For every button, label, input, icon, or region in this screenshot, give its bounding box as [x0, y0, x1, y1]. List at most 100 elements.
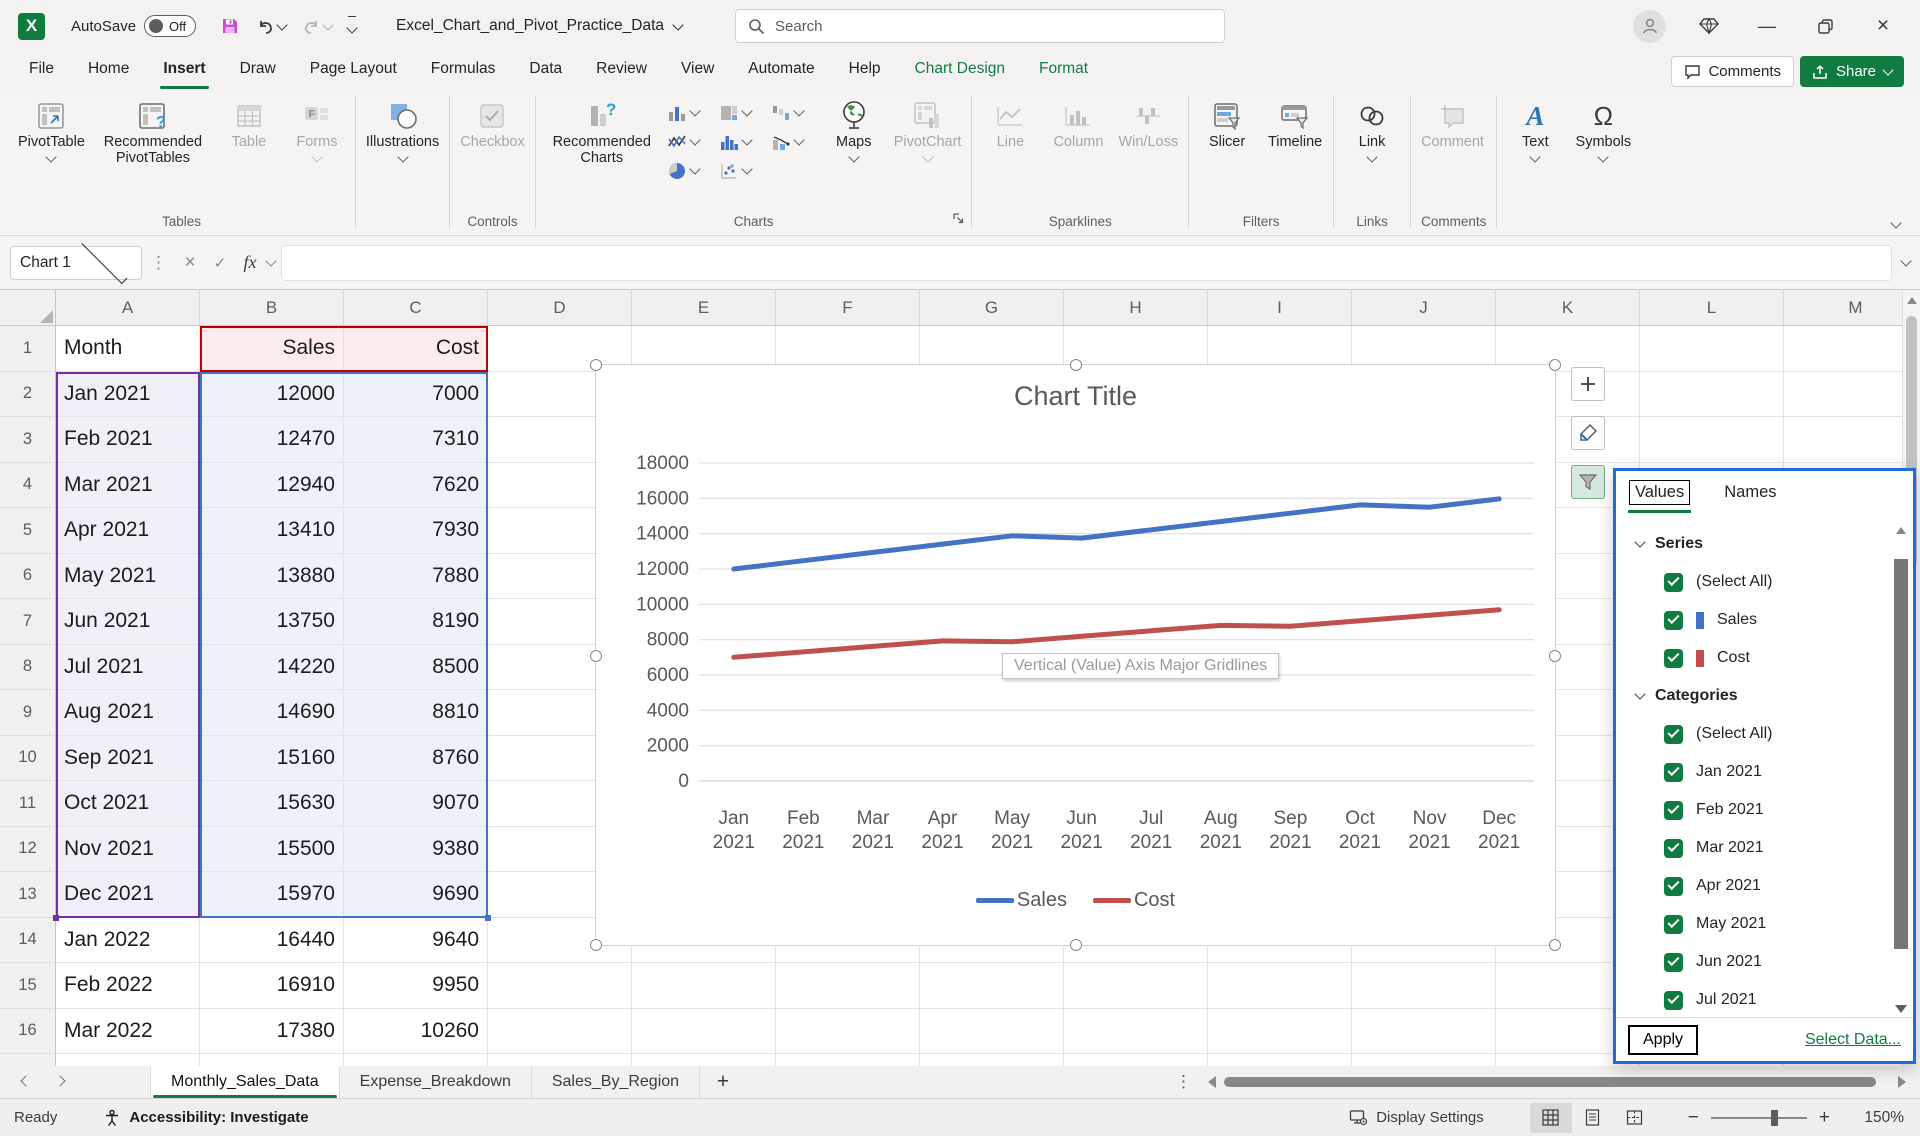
sheet-tab-monthly-sales-data[interactable]: Monthly_Sales_Data: [150, 1066, 340, 1098]
cell-I17[interactable]: [1208, 1054, 1352, 1066]
cell-B4[interactable]: 12940: [200, 463, 344, 509]
cell-A16[interactable]: Mar 2022: [56, 1009, 200, 1055]
chart-handle-e[interactable]: [1549, 650, 1561, 662]
cell-A15[interactable]: Feb 2022: [56, 963, 200, 1009]
share-button[interactable]: Share: [1800, 56, 1904, 87]
column-header-h[interactable]: H: [1064, 290, 1208, 326]
cell-L3[interactable]: [1640, 417, 1784, 463]
tab-help[interactable]: Help: [832, 52, 898, 90]
cell-B16[interactable]: 17380: [200, 1009, 344, 1055]
cell-M1[interactable]: [1784, 326, 1920, 372]
tab-data[interactable]: Data: [512, 52, 579, 90]
cell-F16[interactable]: [776, 1009, 920, 1055]
checkbox-checked-icon[interactable]: [1664, 725, 1683, 744]
series-line-cost[interactable]: [734, 610, 1499, 658]
column-header-i[interactable]: I: [1208, 290, 1352, 326]
link-button[interactable]: Link: [1338, 94, 1406, 161]
cell-C5[interactable]: 7930: [344, 508, 488, 554]
column-header-f[interactable]: F: [776, 290, 920, 326]
sheet-nav-next-icon[interactable]: [54, 1075, 65, 1086]
histogram-chart-button[interactable]: [716, 127, 768, 156]
filter-item-may-2021[interactable]: May 2021: [1636, 905, 1887, 943]
cell-D16[interactable]: [488, 1009, 632, 1055]
filter-item-select-all[interactable]: (Select All): [1636, 715, 1887, 753]
cell-I15[interactable]: [1208, 963, 1352, 1009]
cell-B5[interactable]: 13410: [200, 508, 344, 554]
column-header-k[interactable]: K: [1496, 290, 1640, 326]
cell-B17[interactable]: [200, 1054, 344, 1066]
select-all-corner[interactable]: [0, 290, 56, 326]
page-layout-view-button[interactable]: [1572, 1103, 1614, 1133]
cell-C2[interactable]: 7000: [344, 372, 488, 418]
cell-C14[interactable]: 9640: [344, 918, 488, 964]
scroll-left-icon[interactable]: [1208, 1076, 1216, 1088]
scroll-right-icon[interactable]: [1898, 1076, 1906, 1088]
cell-C16[interactable]: 10260: [344, 1009, 488, 1055]
column-header-m[interactable]: M: [1784, 290, 1920, 326]
cell-E17[interactable]: [632, 1054, 776, 1066]
tab-file[interactable]: File: [12, 52, 71, 90]
chart-object[interactable]: Chart Title 1800016000140001200010000800…: [595, 364, 1556, 946]
column-header-j[interactable]: J: [1352, 290, 1496, 326]
chart-filters-button[interactable]: [1571, 465, 1605, 499]
comments-button[interactable]: Comments: [1671, 56, 1794, 87]
row-header-4[interactable]: 4: [0, 463, 56, 509]
tab-automate[interactable]: Automate: [731, 52, 831, 90]
legend-item-cost[interactable]: Cost: [1093, 889, 1175, 912]
cell-G16[interactable]: [920, 1009, 1064, 1055]
row-header-9[interactable]: 9: [0, 690, 56, 736]
search-input[interactable]: Search: [735, 9, 1225, 43]
column-chart-button[interactable]: [664, 98, 716, 127]
minimize-button[interactable]: —: [1752, 11, 1782, 41]
new-sheet-button[interactable]: +: [700, 1066, 746, 1098]
apply-button[interactable]: Apply: [1628, 1025, 1698, 1055]
filters-scrollbar[interactable]: [1893, 525, 1909, 1015]
column-header-e[interactable]: E: [632, 290, 776, 326]
tab-draw[interactable]: Draw: [223, 52, 293, 90]
column-header-d[interactable]: D: [488, 290, 632, 326]
sheet-tab-expense-breakdown[interactable]: Expense_Breakdown: [340, 1066, 532, 1098]
zoom-level[interactable]: 150%: [1848, 1109, 1904, 1127]
row-header-10[interactable]: 10: [0, 736, 56, 782]
categories-section[interactable]: Categories: [1636, 677, 1887, 715]
cell-C13[interactable]: 9690: [344, 872, 488, 918]
expand-formula-bar-icon[interactable]: [1900, 255, 1911, 266]
chart-elements-button[interactable]: [1571, 367, 1605, 401]
cancel-entry-button[interactable]: ×: [175, 248, 205, 278]
filter-item-apr-2021[interactable]: Apr 2021: [1636, 867, 1887, 905]
filter-item-jan-2021[interactable]: Jan 2021: [1636, 753, 1887, 791]
cell-M3[interactable]: [1784, 417, 1920, 463]
cell-B12[interactable]: 15500: [200, 827, 344, 873]
chart-handle-s[interactable]: [1070, 939, 1082, 951]
cell-A14[interactable]: Jan 2022: [56, 918, 200, 964]
pivottable-button[interactable]: PivotTable: [12, 94, 91, 161]
filter-item-feb-2021[interactable]: Feb 2021: [1636, 791, 1887, 829]
formula-input[interactable]: [281, 245, 1892, 281]
accessibility-status[interactable]: Accessibility: Investigate: [103, 1109, 308, 1127]
cell-L2[interactable]: [1640, 372, 1784, 418]
horizontal-scrollbar[interactable]: [1208, 1066, 1920, 1098]
zoom-out-icon[interactable]: −: [1684, 1107, 1703, 1129]
checkbox-checked-icon[interactable]: [1664, 801, 1683, 820]
checkbox-checked-icon[interactable]: [1664, 763, 1683, 782]
zoom-in-icon[interactable]: +: [1815, 1107, 1834, 1129]
sheet-tab-sales-by-region[interactable]: Sales_By_Region: [532, 1066, 700, 1098]
normal-view-button[interactable]: [1530, 1103, 1572, 1133]
cell-M2[interactable]: [1784, 372, 1920, 418]
cell-J15[interactable]: [1352, 963, 1496, 1009]
row-header-12[interactable]: 12: [0, 827, 56, 873]
cell-B1[interactable]: Sales: [200, 326, 344, 372]
cell-C12[interactable]: 9380: [344, 827, 488, 873]
cell-B13[interactable]: 15970: [200, 872, 344, 918]
cell-C10[interactable]: 8760: [344, 736, 488, 782]
tab-chart-design[interactable]: Chart Design: [898, 52, 1022, 90]
tab-review[interactable]: Review: [579, 52, 664, 90]
chart-legend[interactable]: SalesCost: [596, 889, 1555, 912]
chart-title[interactable]: Chart Title: [596, 381, 1555, 412]
row-header-14[interactable]: 14: [0, 918, 56, 964]
cell-H16[interactable]: [1064, 1009, 1208, 1055]
chart-handle-se[interactable]: [1549, 939, 1561, 951]
display-settings-button[interactable]: Display Settings: [1349, 1109, 1484, 1126]
filter-item-jun-2021[interactable]: Jun 2021: [1636, 943, 1887, 981]
row-header-8[interactable]: 8: [0, 645, 56, 691]
